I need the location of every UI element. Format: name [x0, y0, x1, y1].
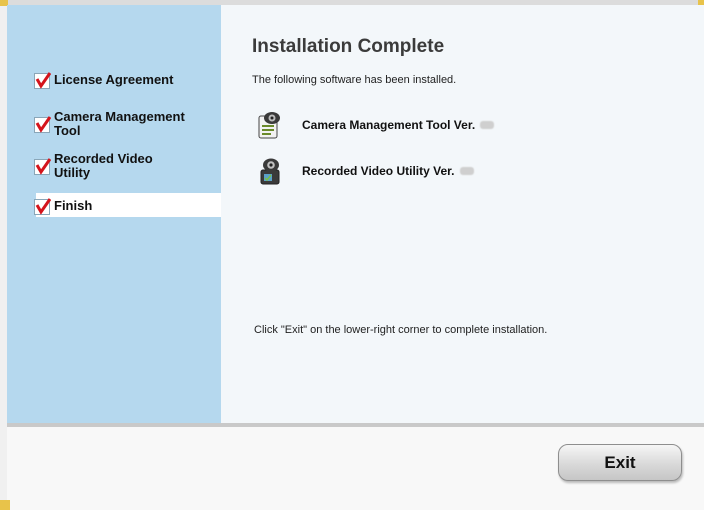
checkmark-icon	[34, 198, 51, 215]
window-corner	[0, 500, 10, 510]
main-content	[221, 5, 704, 423]
step-finish: Finish	[34, 198, 93, 215]
redacted-version	[459, 167, 474, 175]
page-subtitle: The following software has been installe…	[252, 74, 457, 86]
installed-software-item: Camera Management Tool Ver.	[258, 111, 495, 139]
step-label: Recorded Video Utility	[54, 151, 153, 180]
camera-tool-icon	[258, 111, 282, 139]
checkmark-icon	[34, 116, 51, 133]
step-label: Camera Management Tool	[54, 109, 185, 138]
exit-button[interactable]: Exit	[558, 444, 682, 481]
installer-window: License Agreement Camera Management Tool…	[0, 0, 704, 510]
step-recorded-video-utility: Recorded Video Utility	[34, 152, 204, 180]
redacted-version	[480, 121, 495, 129]
instruction-text: Click "Exit" on the lower-right corner t…	[254, 324, 548, 336]
software-name: Camera Management Tool Ver.	[302, 118, 476, 132]
step-label: Finish	[54, 198, 93, 213]
checkmark-icon	[34, 72, 51, 89]
software-name: Recorded Video Utility Ver.	[302, 164, 455, 178]
step-label: License Agreement	[54, 72, 174, 87]
page-title: Installation Complete	[252, 36, 445, 57]
step-license-agreement: License Agreement	[34, 72, 174, 89]
installed-software-item: Recorded Video Utility Ver.	[258, 157, 474, 185]
step-camera-management-tool: Camera Management Tool	[34, 110, 204, 138]
checkmark-icon	[34, 158, 51, 175]
video-utility-icon	[258, 157, 282, 185]
